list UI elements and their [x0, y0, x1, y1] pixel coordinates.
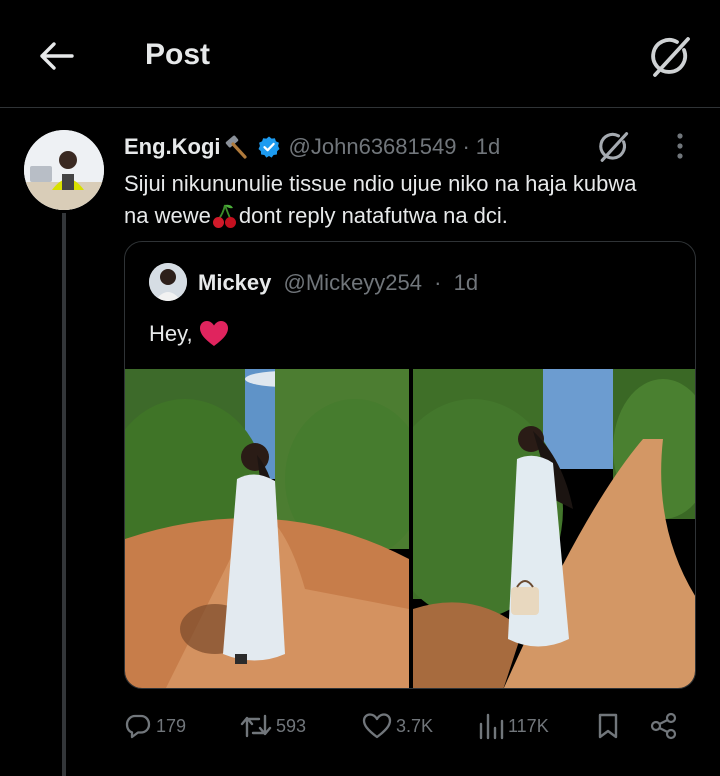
- author-handle[interactable]: @John63681549: [289, 134, 457, 160]
- repost-button[interactable]: 593: [240, 706, 306, 746]
- views-button[interactable]: 117K: [478, 706, 549, 746]
- avatar-image: [24, 130, 104, 210]
- post-time[interactable]: 1d: [476, 134, 500, 160]
- reply-count: 179: [156, 715, 187, 736]
- quoted-avatar[interactable]: [149, 263, 187, 301]
- thread-line: [62, 213, 66, 776]
- grok-icon: [599, 132, 629, 162]
- quoted-separator-dot: ·: [434, 270, 442, 295]
- more-vertical-icon: [677, 133, 683, 159]
- grok-explain-button[interactable]: [594, 127, 634, 167]
- hammer-emoji-icon: [225, 135, 247, 159]
- views-bar-icon: [479, 713, 504, 740]
- quoted-header: Mickey @Mickeyy254 · 1d: [198, 270, 478, 296]
- cherries-emoji-icon: [212, 204, 236, 228]
- more-options-button[interactable]: [664, 130, 696, 162]
- quoted-avatar-image: [149, 263, 187, 301]
- photo-1-image: [125, 369, 409, 688]
- quoted-author-handle[interactable]: @Mickeyy254: [284, 270, 423, 295]
- grok-icon: [651, 37, 690, 77]
- action-bar: 179 593 3.7K 117K: [124, 706, 704, 746]
- top-bar: Post: [0, 0, 720, 108]
- back-button[interactable]: [30, 34, 82, 78]
- view-count: 117K: [508, 715, 549, 736]
- tweet-text-line-1: Sijui nikununulie tissue ndio ujue niko …: [124, 171, 637, 196]
- quoted-photo-2[interactable]: [413, 369, 695, 688]
- reply-icon: [125, 714, 151, 739]
- grok-button[interactable]: [644, 30, 698, 84]
- bookmark-button[interactable]: [596, 706, 620, 746]
- quoted-photo-1[interactable]: [125, 369, 409, 688]
- photo-2-image: [413, 369, 695, 688]
- avatar[interactable]: [24, 130, 104, 210]
- separator-dot: ·: [462, 134, 470, 159]
- arrow-left-icon: [40, 42, 74, 70]
- quoted-author-name[interactable]: Mickey: [198, 270, 271, 295]
- tweet-text-line-2-end: dont reply natafutwa na dci.: [238, 203, 508, 228]
- tweet-header: Eng.Kogi @John63681549 · 1d: [124, 132, 500, 162]
- red-heart-emoji-icon: [199, 321, 228, 346]
- page-title: Post: [145, 38, 211, 71]
- quoted-post[interactable]: Mickey @Mickeyy254 · 1d Hey,: [124, 241, 696, 689]
- like-count: 3.7K: [396, 715, 434, 736]
- tweet-text-line-2-start: na wewe: [124, 203, 211, 228]
- reply-button[interactable]: 179: [124, 706, 186, 746]
- share-icon: [650, 712, 677, 740]
- heart-outline-icon: [362, 713, 392, 739]
- repost-count: 593: [276, 715, 307, 736]
- share-button[interactable]: [650, 706, 678, 746]
- verified-badge-icon: [257, 135, 281, 159]
- quoted-text: Hey,: [149, 320, 229, 348]
- bookmark-icon: [598, 713, 618, 739]
- repost-icon: [240, 714, 272, 738]
- like-button[interactable]: 3.7K: [362, 706, 433, 746]
- quoted-post-time: 1d: [453, 270, 479, 295]
- tweet-text: Sijui nikununulie tissue ndio ujue niko …: [124, 168, 704, 232]
- quoted-text-content: Hey,: [149, 321, 193, 346]
- author-name[interactable]: Eng.Kogi: [124, 134, 221, 160]
